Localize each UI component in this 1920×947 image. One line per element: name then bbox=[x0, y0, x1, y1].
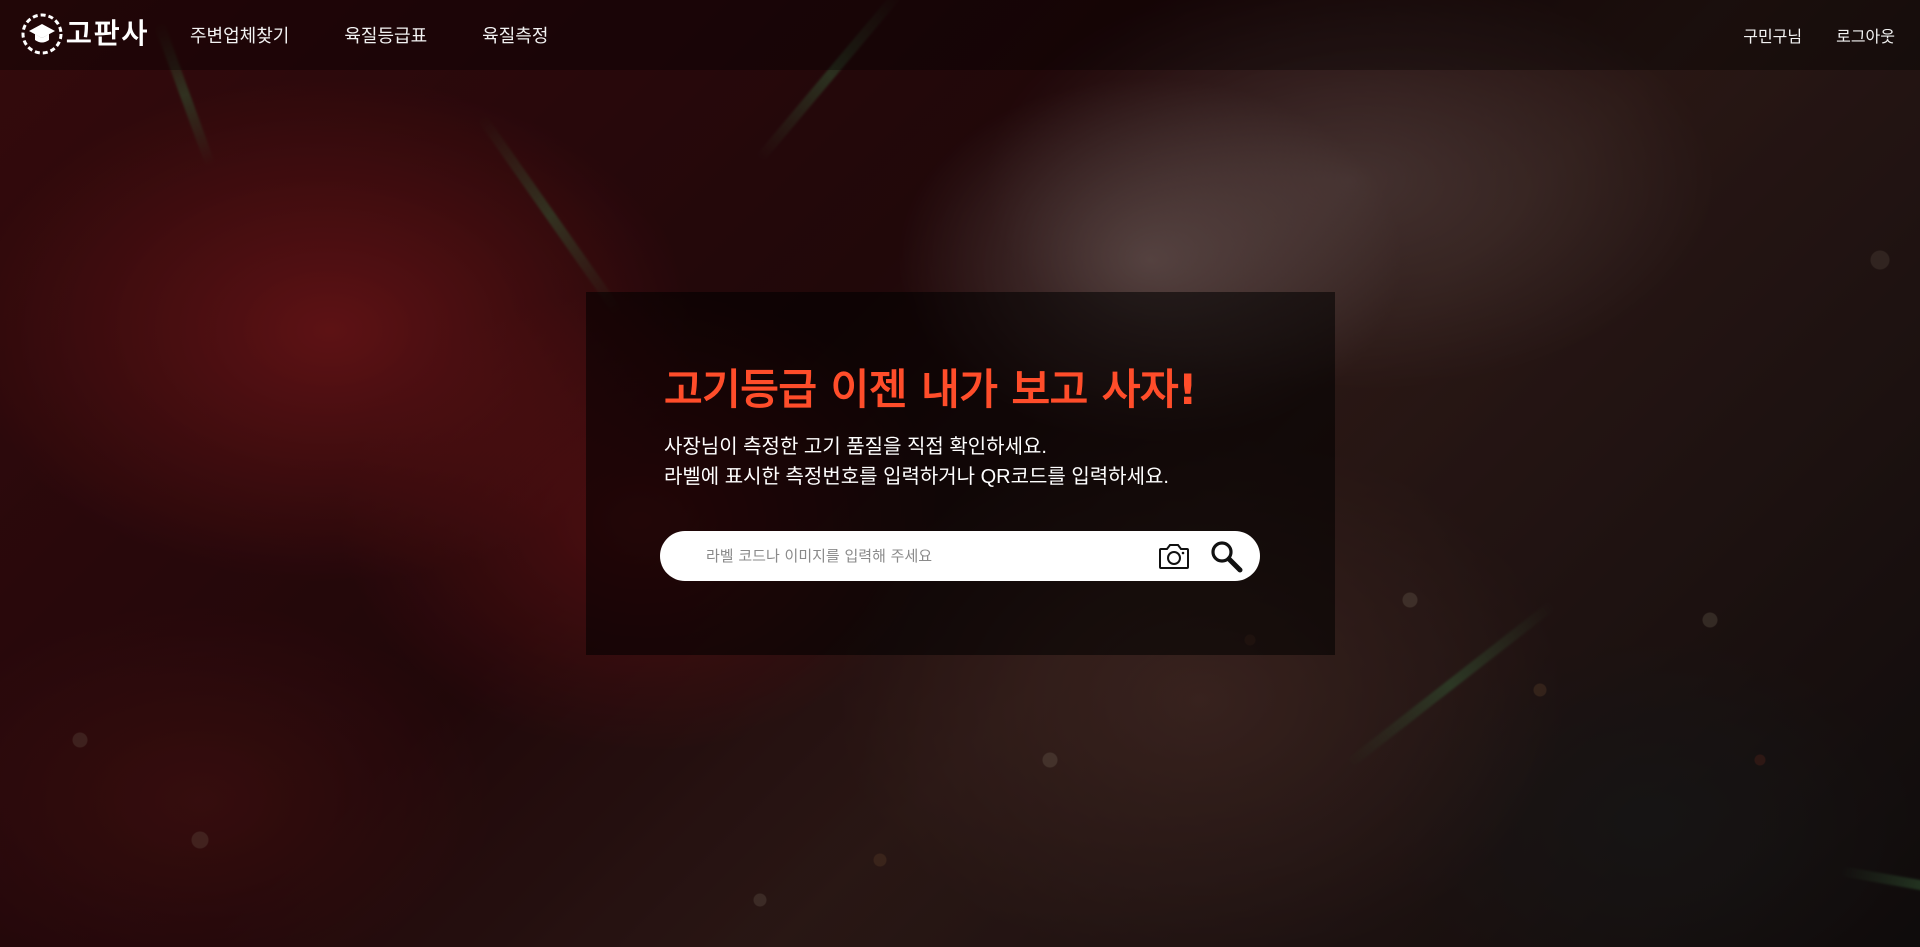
hero-panel: 고기등급 이젠 내가 보고 사자! 사장님이 측정한 고기 품질을 직접 확인하… bbox=[586, 292, 1335, 655]
search-bar bbox=[660, 531, 1260, 581]
main-nav: 주변업체찾기 육질등급표 육질측정 bbox=[190, 0, 548, 70]
hero-description-line: 라벨에 표시한 측정번호를 입력하거나 QR코드를 입력하세요. bbox=[664, 466, 1169, 488]
hero-description-line: 사장님이 측정한 고기 품질을 직접 확인하세요. bbox=[664, 436, 1047, 458]
brand-logo[interactable]: 고판사 bbox=[20, 12, 149, 56]
graduation-cap-icon bbox=[20, 12, 64, 56]
user-name-link[interactable]: 구민구님 bbox=[1743, 23, 1802, 47]
search-icon[interactable] bbox=[1206, 536, 1246, 576]
page: 고판사 주변업체찾기 육질등급표 육질측정 구민구님 로그아웃 고기등급 이젠 … bbox=[0, 0, 1920, 947]
user-nav: 구민구님 로그아웃 bbox=[1743, 0, 1895, 70]
brand-name: 고판사 bbox=[66, 17, 150, 50]
nav-item-nearby-stores[interactable]: 주변업체찾기 bbox=[190, 22, 289, 48]
search-input[interactable] bbox=[704, 535, 1154, 577]
logout-link[interactable]: 로그아웃 bbox=[1836, 23, 1895, 47]
nav-item-grade-table[interactable]: 육질등급표 bbox=[344, 22, 427, 48]
hero-headline: 고기등급 이젠 내가 보고 사자! bbox=[664, 365, 1197, 414]
hero-description: 사장님이 측정한 고기 품질을 직접 확인하세요. 라벨에 표시한 측정번호를 … bbox=[664, 432, 1260, 492]
camera-icon[interactable] bbox=[1154, 536, 1194, 576]
top-header: 고판사 주변업체찾기 육질등급표 육질측정 구민구님 로그아웃 bbox=[0, 0, 1920, 70]
nav-item-measure[interactable]: 육질측정 bbox=[482, 22, 548, 48]
